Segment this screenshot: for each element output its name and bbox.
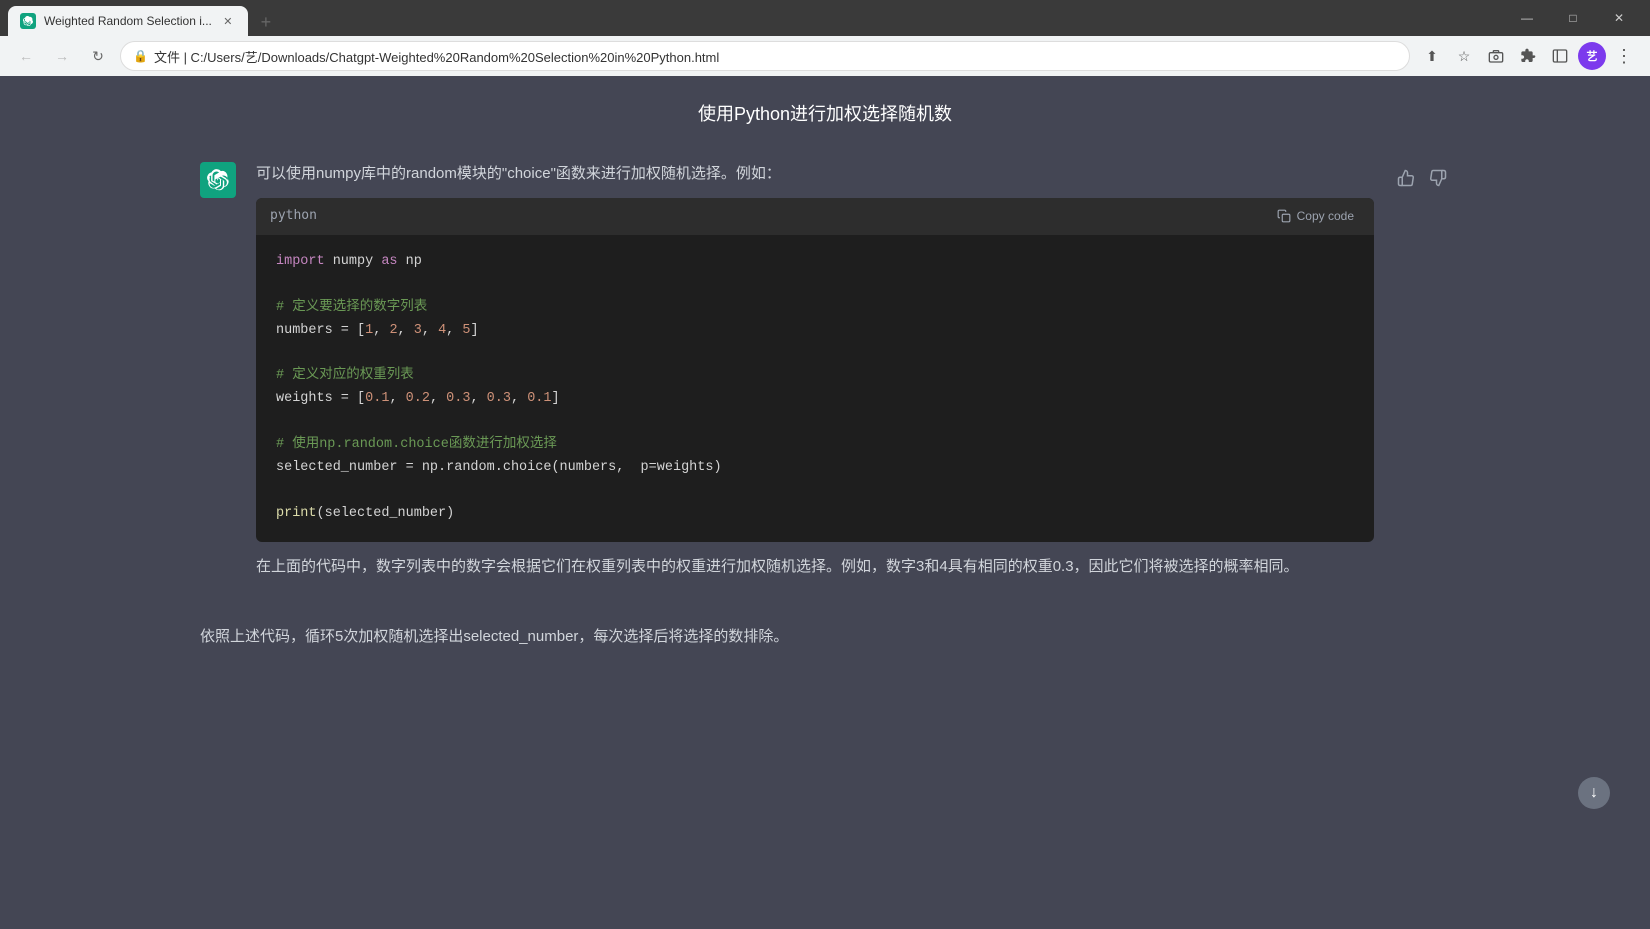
share-button[interactable]: ⬆ <box>1418 42 1446 70</box>
message-explanation: 在上面的代码中，数字列表中的数字会根据它们在权重列表中的权重进行加权随机选择。例… <box>256 554 1374 580</box>
refresh-button[interactable]: ↻ <box>84 42 112 70</box>
title-bar: Weighted Random Selection i... ✕ + — □ ✕ <box>0 0 1650 36</box>
thumbs-up-button[interactable] <box>1394 166 1418 190</box>
extensions-button[interactable] <box>1514 42 1542 70</box>
bottom-message-section: 依照上述代码，循环5次加权随机选择出selected_number，每次选择后将… <box>0 600 1650 674</box>
address-bar[interactable]: 🔒 文件 | C:/Users/艺/Downloads/Chatgpt-Weig… <box>120 41 1410 71</box>
nav-bar: ← → ↻ 🔒 文件 | C:/Users/艺/Downloads/Chatgp… <box>0 36 1650 76</box>
sidebar-toggle-button[interactable] <box>1546 42 1574 70</box>
page-content: 使用Python进行加权选择随机数 可以使用numpy库中的random模块的"… <box>0 76 1650 929</box>
tab-favicon <box>20 13 36 29</box>
scroll-down-button[interactable]: ↓ <box>1578 777 1610 809</box>
code-block: python Copy code import numpy as np # 定义… <box>256 198 1374 542</box>
code-language-label: python <box>270 206 317 227</box>
close-button[interactable]: ✕ <box>1596 0 1642 36</box>
page-header: 使用Python进行加权选择随机数 <box>0 76 1650 142</box>
nav-actions: ⬆ ☆ 艺 ⋮ <box>1418 42 1638 70</box>
assistant-avatar <box>200 162 236 198</box>
copy-label: Copy code <box>1297 209 1354 223</box>
tab-bar: Weighted Random Selection i... ✕ + <box>8 0 280 36</box>
message-body: 可以使用numpy库中的random模块的"choice"函数来进行加权随机选择… <box>256 162 1374 580</box>
minimize-button[interactable]: — <box>1504 0 1550 36</box>
copy-code-button[interactable]: Copy code <box>1271 207 1360 225</box>
code-content: import numpy as np # 定义要选择的数字列表 numbers … <box>256 235 1374 542</box>
address-text: 文件 | C:/Users/艺/Downloads/Chatgpt-Weight… <box>154 47 1397 66</box>
bottom-message-text: 依照上述代码，循环5次加权随机选择出selected_number，每次选择后将… <box>200 624 788 650</box>
active-tab[interactable]: Weighted Random Selection i... ✕ <box>8 6 248 36</box>
back-button[interactable]: ← <box>12 42 40 70</box>
assistant-message: 可以使用numpy库中的random模块的"choice"函数来进行加权随机选择… <box>0 142 1650 600</box>
security-lock-icon: 🔒 <box>133 49 148 63</box>
camera-icon[interactable] <box>1482 42 1510 70</box>
browser-chrome: Weighted Random Selection i... ✕ + — □ ✕… <box>0 0 1650 76</box>
thumbs-down-button[interactable] <box>1426 166 1450 190</box>
code-header: python Copy code <box>256 198 1374 235</box>
message-actions <box>1394 162 1450 190</box>
bookmark-button[interactable]: ☆ <box>1450 42 1478 70</box>
browser-menu-button[interactable]: ⋮ <box>1610 42 1638 70</box>
forward-button[interactable]: → <box>48 42 76 70</box>
message-intro: 可以使用numpy库中的random模块的"choice"函数来进行加权随机选择… <box>256 162 1374 186</box>
window-controls: — □ ✕ <box>1504 0 1642 36</box>
tab-title: Weighted Random Selection i... <box>44 14 212 28</box>
copy-icon <box>1277 209 1291 223</box>
profile-avatar-button[interactable]: 艺 <box>1578 42 1606 70</box>
maximize-button[interactable]: □ <box>1550 0 1596 36</box>
chat-area: 可以使用numpy库中的random模块的"choice"函数来进行加权随机选择… <box>0 142 1650 929</box>
new-tab-button[interactable]: + <box>252 8 280 36</box>
page-title: 使用Python进行加权选择随机数 <box>698 104 952 124</box>
tab-close-button[interactable]: ✕ <box>220 13 236 29</box>
